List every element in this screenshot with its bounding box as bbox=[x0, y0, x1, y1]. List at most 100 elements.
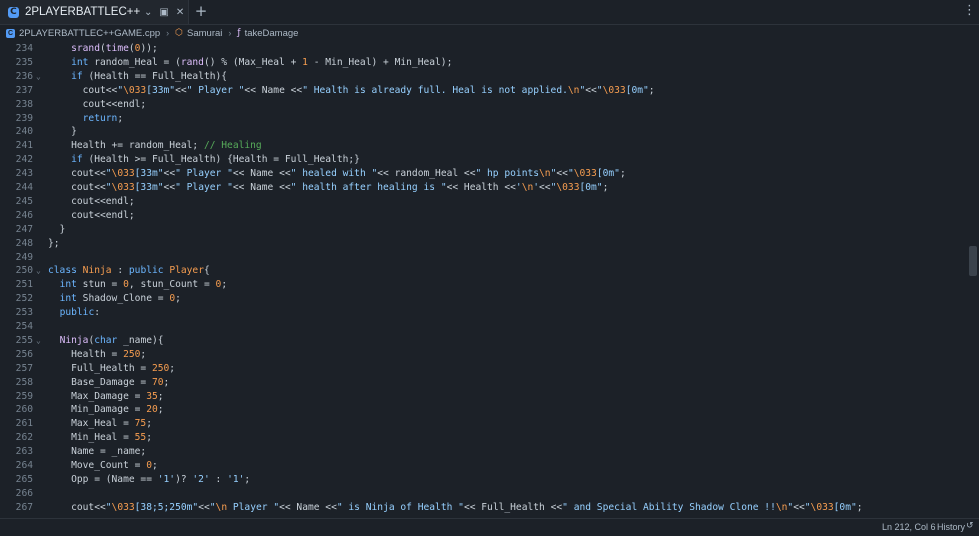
code-line[interactable]: 237 cout<<"\033[33m"<<" Player "<< Name … bbox=[0, 84, 979, 98]
scrollbar-thumb[interactable] bbox=[969, 246, 977, 276]
code-line[interactable]: 265 Opp = (Name == '1')? '2' : '1'; bbox=[0, 473, 979, 487]
line-number: 257 bbox=[15, 362, 33, 374]
line-number: 256 bbox=[15, 348, 33, 360]
line-number: 247 bbox=[15, 223, 33, 235]
code-line[interactable]: 242 if (Health >= Full_Health) {Health =… bbox=[0, 153, 979, 167]
line-number: 259 bbox=[15, 390, 33, 402]
line-number: 264 bbox=[15, 460, 33, 471]
line-number: 261 bbox=[15, 418, 33, 430]
code-line[interactable]: 238 cout<<endl; bbox=[0, 98, 979, 112]
code-editor[interactable]: 234 srand(time(0)); 235 int random_Heal =… bbox=[0, 42, 979, 518]
code-line[interactable]: 244 cout<<"\033[33m"<<" Player "<< Name … bbox=[0, 181, 979, 195]
code-text: cout<<endl; bbox=[48, 98, 147, 110]
line-number: 255 bbox=[15, 334, 33, 346]
class-icon: ⬡ bbox=[175, 28, 184, 38]
code-line[interactable]: 247 } bbox=[0, 223, 979, 237]
code-line[interactable]: 246 cout<<endl; bbox=[0, 209, 979, 223]
plus-icon[interactable]: + bbox=[193, 3, 209, 19]
more-vertical-icon[interactable]: ⋮ bbox=[963, 3, 976, 19]
code-text: Ninja(char _name){ bbox=[59, 334, 164, 346]
code-line[interactable]: 243 cout<<"\033[33m"<<" Player "<< Name … bbox=[0, 167, 979, 181]
code-line[interactable]: 239 return; bbox=[0, 112, 979, 126]
code-text: srand(time(0)); bbox=[71, 43, 158, 54]
code-text: }; bbox=[48, 237, 60, 249]
line-number: 249 bbox=[15, 251, 33, 263]
line-number: 251 bbox=[15, 279, 33, 291]
history-button[interactable]: History bbox=[937, 522, 965, 532]
code-line[interactable]: 249 bbox=[0, 251, 979, 265]
code-line[interactable]: 263 Name = _name; bbox=[0, 445, 979, 459]
line-number: 244 bbox=[15, 182, 33, 193]
code-line[interactable]: 267 cout<<"\033[38;5;250m"<<"\n Player "… bbox=[0, 501, 979, 515]
code-text: int stun = 0, stun_Count = 0; bbox=[59, 279, 228, 291]
history-icon[interactable]: ↺ bbox=[966, 521, 974, 531]
code-line[interactable]: 260 Min_Damage = 20; bbox=[0, 403, 979, 417]
line-number: 262 bbox=[15, 432, 33, 444]
code-line[interactable]: 234 srand(time(0)); bbox=[0, 42, 979, 56]
code-line[interactable]: 256 Health = 250; bbox=[0, 348, 979, 362]
line-number: 242 bbox=[15, 154, 33, 166]
code-line[interactable]: 235 int random_Heal = (rand() % (Max_Hea… bbox=[0, 56, 979, 70]
tab-bar: C 2PLAYERBATTLEC++GAM... ⌄ ▣ ✕ + ⋮ bbox=[0, 0, 979, 25]
line-number: 237 bbox=[15, 84, 33, 96]
fold-chevron-icon[interactable]: ⌄ bbox=[36, 334, 41, 348]
code-text: Move_Count = 0; bbox=[48, 460, 158, 471]
code-line[interactable]: 255 ⌄ Ninja(char _name){ bbox=[0, 334, 979, 348]
code-text: cout<<"\033[38;5;250m"<<"\n Player "<< N… bbox=[48, 501, 863, 513]
code-text: cout<<"\033[33m"<<" Player "<< Name <<" … bbox=[48, 84, 655, 96]
cursor-position[interactable]: Ln 212, Col 6 bbox=[882, 522, 936, 532]
breadcrumb-function[interactable]: takeDamage bbox=[245, 28, 299, 39]
code-line[interactable]: 251 int stun = 0, stun_Count = 0; bbox=[0, 278, 979, 292]
code-line[interactable]: 248}; bbox=[0, 237, 979, 251]
line-number: 260 bbox=[15, 404, 33, 416]
fold-chevron-icon[interactable]: ⌄ bbox=[36, 70, 41, 84]
code-text: if (Health >= Full_Health) {Health = Ful… bbox=[71, 154, 360, 166]
line-number: 250 bbox=[15, 265, 33, 277]
breadcrumb-file[interactable]: 2PLAYERBATTLEC++GAME.cpp bbox=[19, 28, 160, 39]
tab-editor-file[interactable]: C 2PLAYERBATTLEC++GAM... ⌄ ▣ ✕ bbox=[0, 0, 189, 24]
code-line[interactable]: 261 Max_Heal = 75; bbox=[0, 417, 979, 431]
code-text: public: bbox=[59, 307, 100, 319]
code-line[interactable]: 266 bbox=[0, 487, 979, 501]
code-text: Min_Heal = 55; bbox=[48, 432, 152, 444]
cpp-file-icon: C bbox=[8, 6, 19, 18]
code-line[interactable]: 236 ⌄ if (Health == Full_Health){ bbox=[0, 70, 979, 84]
code-text: cout<<endl; bbox=[48, 209, 135, 221]
code-line[interactable]: 241 Health += random_Heal; // Healing bbox=[0, 139, 979, 153]
line-number: 234 bbox=[15, 43, 33, 54]
line-number: 265 bbox=[15, 473, 33, 485]
line-number: 266 bbox=[15, 487, 33, 499]
code-line[interactable]: 262 Min_Heal = 55; bbox=[0, 431, 979, 445]
chevron-down-icon[interactable]: ⌄ bbox=[140, 7, 156, 18]
code-text: Max_Damage = 35; bbox=[48, 390, 164, 402]
code-line[interactable]: 258 Base_Damage = 70; bbox=[0, 376, 979, 390]
code-line[interactable]: 257 Full_Health = 250; bbox=[0, 362, 979, 376]
preview-icon[interactable]: ▣ bbox=[156, 7, 172, 18]
code-text: Max_Heal = 75; bbox=[48, 418, 152, 430]
line-number: 248 bbox=[15, 237, 33, 249]
code-line[interactable]: 254 bbox=[0, 320, 979, 334]
line-number: 243 bbox=[15, 168, 33, 180]
code-text: Health = 250; bbox=[48, 348, 147, 360]
code-text: int Shadow_Clone = 0; bbox=[59, 293, 181, 305]
code-line[interactable]: 259 Max_Damage = 35; bbox=[0, 390, 979, 404]
line-number: 245 bbox=[15, 195, 33, 207]
cpp-file-icon: C bbox=[6, 28, 15, 38]
code-line[interactable]: 245 cout<<endl; bbox=[0, 195, 979, 209]
code-line[interactable]: 250 ⌄ class Ninja : public Player{ bbox=[0, 264, 979, 278]
line-number: 258 bbox=[15, 376, 33, 388]
code-text: return; bbox=[82, 112, 124, 124]
breadcrumb-class[interactable]: Samurai bbox=[187, 28, 222, 39]
code-line[interactable]: 252 int Shadow_Clone = 0; bbox=[0, 292, 979, 306]
code-line[interactable]: 264 Move_Count = 0; bbox=[0, 459, 979, 473]
line-number: 236 bbox=[15, 70, 33, 82]
fold-chevron-icon[interactable]: ⌄ bbox=[36, 264, 41, 278]
code-text: cout<<endl; bbox=[48, 195, 135, 207]
code-text: cout<<"\033[33m"<<" Player "<< Name <<" … bbox=[48, 182, 609, 193]
close-icon[interactable]: ✕ bbox=[172, 7, 188, 18]
code-text: if (Health == Full_Health){ bbox=[71, 70, 228, 82]
code-line[interactable]: 240 } bbox=[0, 125, 979, 139]
code-line[interactable]: 253 public: bbox=[0, 306, 979, 320]
function-icon: ƒ bbox=[237, 28, 241, 38]
line-number: 246 bbox=[15, 209, 33, 221]
